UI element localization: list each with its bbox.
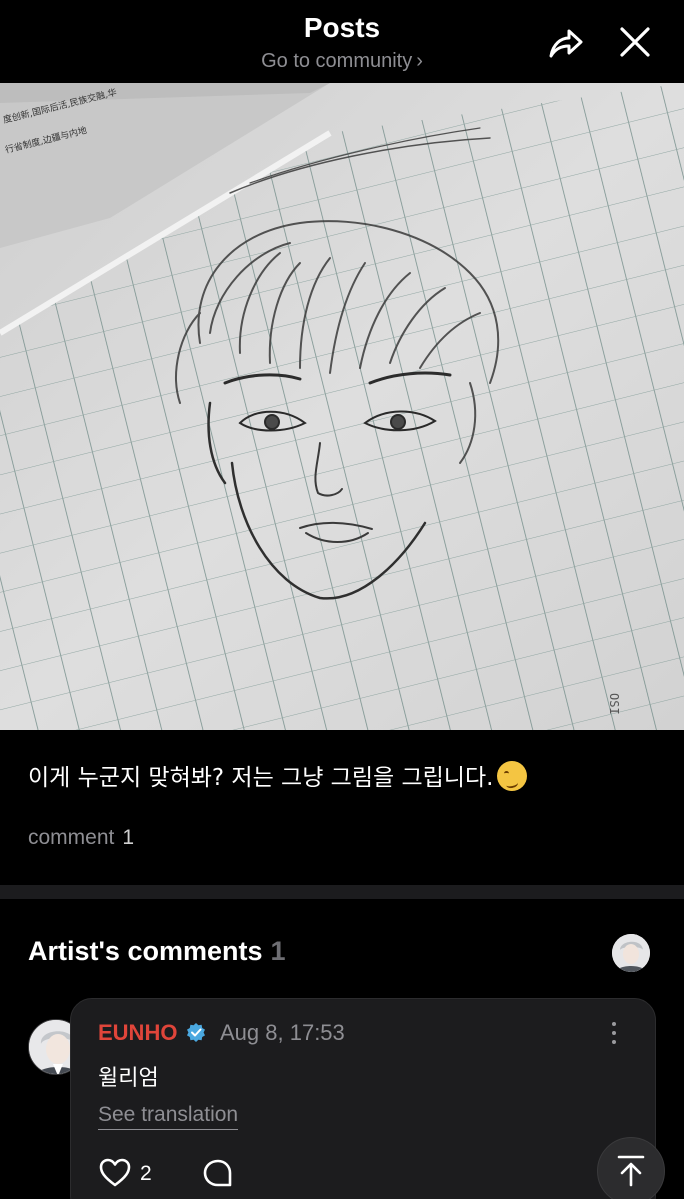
comment-date: Aug 8, 17:53	[220, 1020, 345, 1045]
reply-bubble-icon[interactable]	[202, 1158, 234, 1190]
pencil-sketch-photo: 度创新,国际后活,民族交融,华 行省制度,边疆与内地 OSI	[0, 83, 684, 730]
more-options-button[interactable]	[604, 1018, 624, 1048]
more-dot-icon	[612, 1031, 616, 1035]
community-link-label: Go to community	[261, 50, 413, 72]
close-icon	[620, 27, 650, 57]
header-bar: Posts Go to community ›	[0, 0, 684, 83]
artist-comments-heading: Artist's comments 1	[28, 936, 286, 967]
heart-icon[interactable]	[98, 1156, 132, 1190]
share-button[interactable]	[545, 22, 585, 62]
artist-comments-count: 1	[270, 936, 286, 966]
comment-author-name[interactable]: EUNHO	[98, 1020, 177, 1046]
comment-count-link[interactable]: comment 1	[28, 826, 134, 850]
section-divider	[0, 885, 684, 899]
verified-badge-icon	[187, 1023, 205, 1042]
chevron-right-icon: ›	[416, 50, 423, 72]
artist-avatar-small[interactable]	[612, 934, 650, 972]
more-dot-icon	[612, 1022, 616, 1026]
post-image[interactable]: 度创新,国际后活,民族交融,华 行省制度,边疆与内地 OSI	[0, 83, 684, 730]
close-button[interactable]	[615, 22, 655, 62]
comment-label: comment	[28, 826, 115, 849]
avatar-icon	[612, 934, 650, 972]
woozy-face-emoji-icon	[497, 761, 528, 791]
see-translation-link[interactable]: See translation	[98, 1103, 239, 1130]
more-dot-icon	[612, 1040, 616, 1044]
artist-comments-title: Artist's comments	[28, 936, 263, 966]
comment-body: 윌리엄	[98, 1066, 159, 1091]
arrow-up-to-top-icon	[617, 1155, 645, 1187]
scroll-to-top-button[interactable]	[597, 1137, 665, 1199]
share-forward-icon	[549, 29, 583, 58]
post-caption: 이게 누군지 맞혀봐? 저는 그냥 그림을 그립니다.	[28, 758, 528, 792]
comment-count: 1	[122, 826, 135, 849]
like-count: 2	[140, 1162, 152, 1185]
post-caption-text: 이게 누군지 맞혀봐? 저는 그냥 그림을 그립니다.	[28, 765, 494, 791]
svg-text:OSI: OSI	[607, 693, 621, 715]
